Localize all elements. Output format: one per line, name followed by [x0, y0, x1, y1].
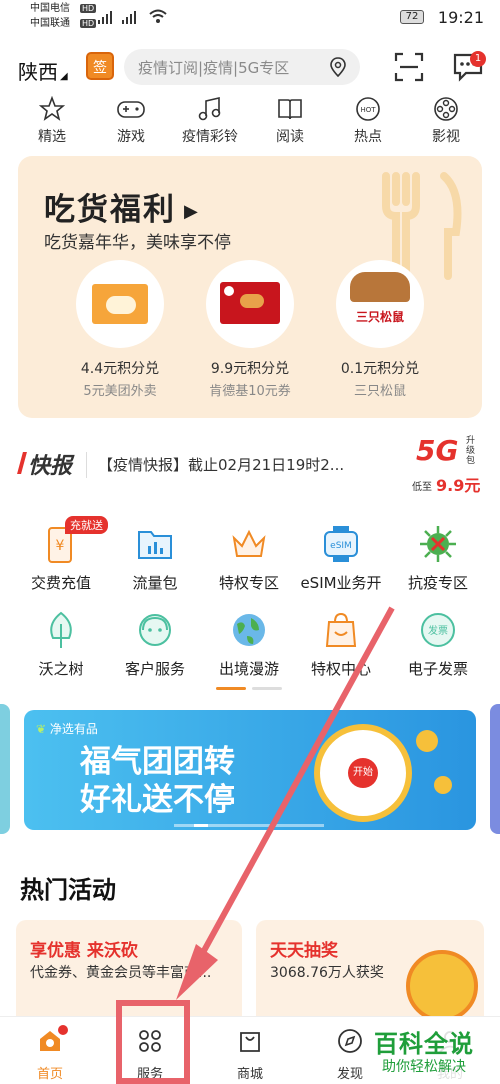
tab-label: 首页 — [36, 1067, 63, 1082]
notification-dot — [58, 1025, 68, 1035]
tab-mall[interactable]: 商城 — [210, 1027, 290, 1082]
annotation-arrow — [176, 606, 395, 1000]
tab-home[interactable]: 首页 — [10, 1027, 90, 1082]
tab-label: 商城 — [236, 1067, 263, 1082]
watermark-subtitle: 助你轻松解决 — [382, 1059, 466, 1075]
shopping-bag-icon — [240, 1032, 260, 1052]
annotation-highlight-box — [116, 1000, 190, 1084]
compass-icon — [338, 1029, 362, 1053]
watermark-title: 百科全说 — [374, 1030, 474, 1058]
watermark: 百科全说 助你轻松解决 — [366, 1022, 494, 1082]
